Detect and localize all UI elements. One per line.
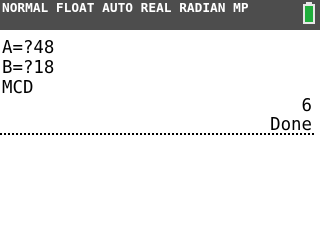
output-label: MCD [2,78,34,98]
input-prompt-b: B=?18 [2,58,55,78]
done-message: Done [270,115,312,135]
home-screen: A=?48 B=?18 MCD 6 Done [0,30,320,240]
battery-icon [303,2,315,24]
mode-status-text: NORMAL FLOAT AUTO REAL RADIAN MP [2,1,249,16]
input-prompt-a: A=?48 [2,38,55,58]
entry-divider [0,133,314,135]
result-value: 6 [301,96,312,116]
status-bar: NORMAL FLOAT AUTO REAL RADIAN MP [0,0,320,30]
